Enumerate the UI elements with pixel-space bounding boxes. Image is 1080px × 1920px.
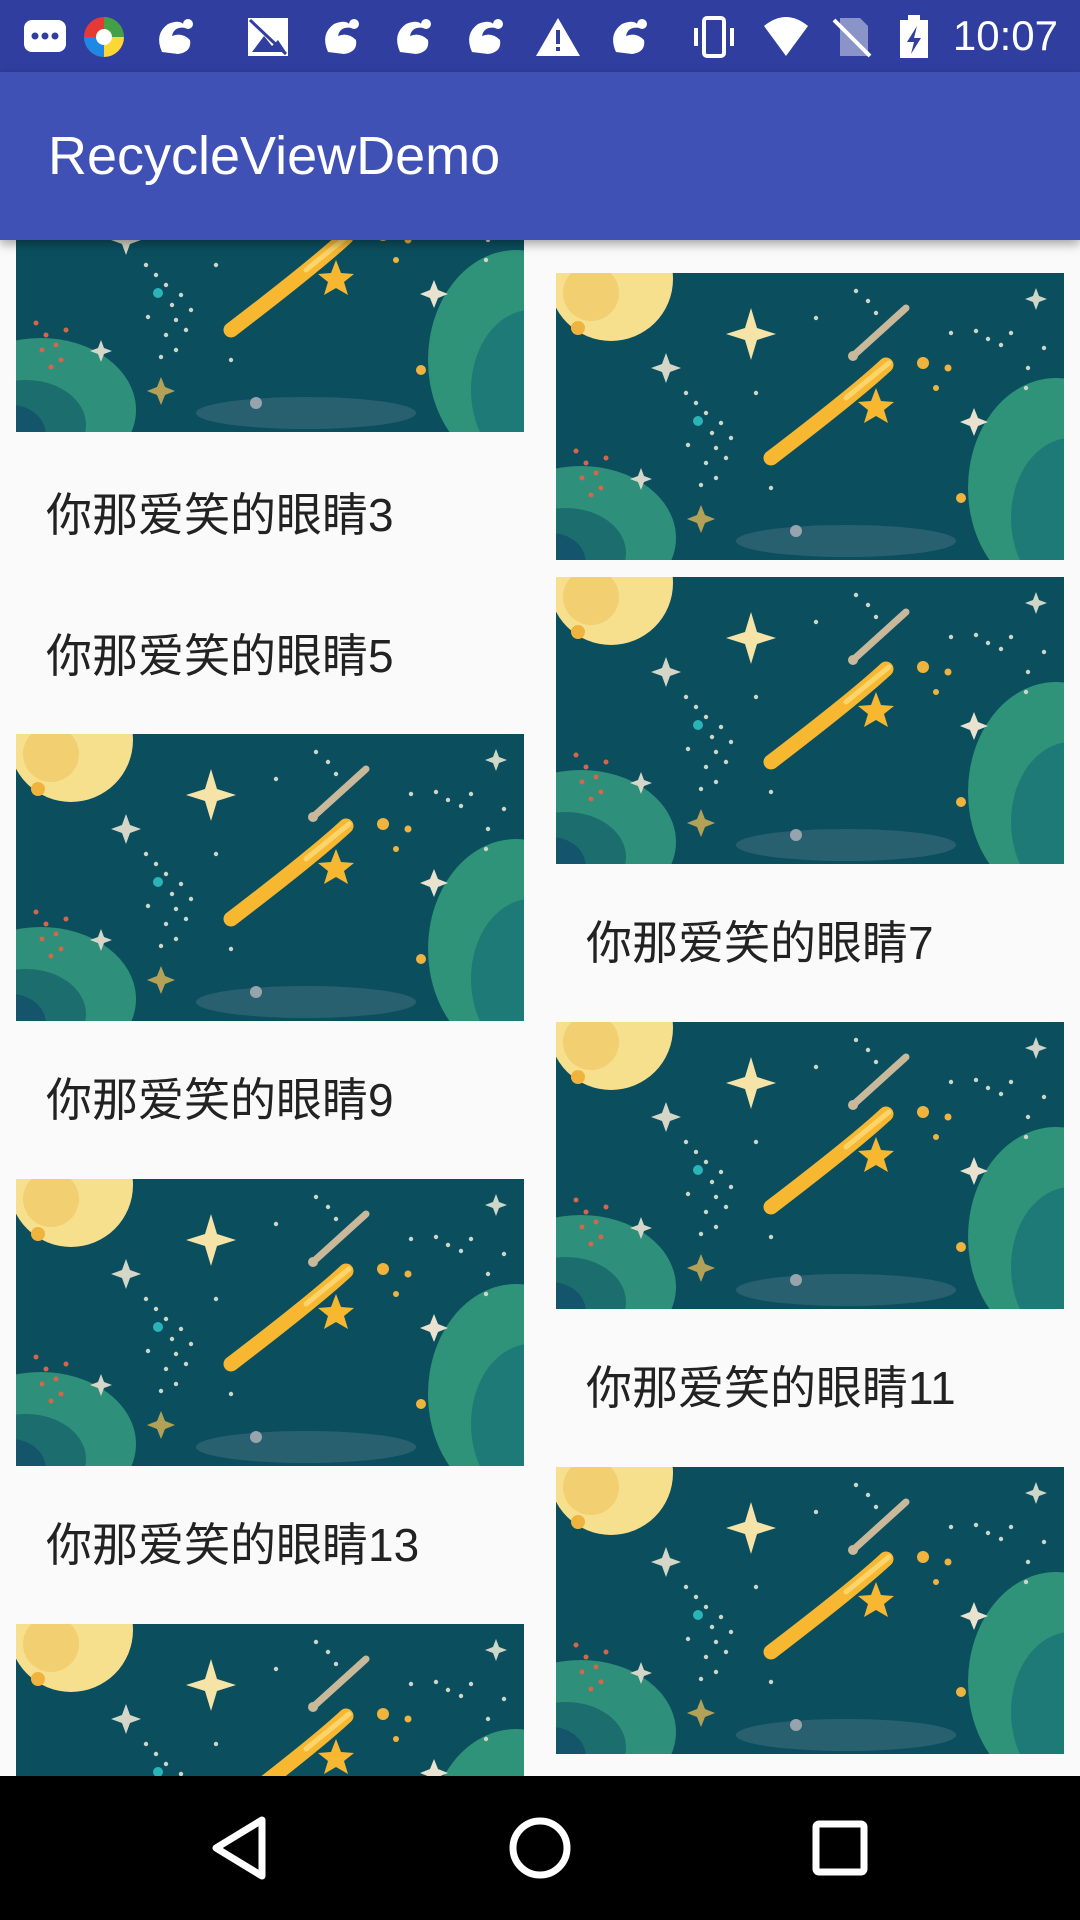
recycler-view[interactable]: 你那爱笑的眼睛3 你那爱笑的眼睛5 你那爱笑的眼睛9 你那爱笑的眼睛13 你那爱… — [0, 240, 1080, 1776]
squirrel-icon — [469, 19, 503, 54]
space-image[interactable] — [16, 1624, 524, 1776]
squirrel-icon — [397, 19, 431, 54]
app-bar: RecycleViewDemo — [0, 72, 1080, 240]
list-item-caption[interactable]: 你那爱笑的眼睛7 — [586, 913, 934, 973]
no-sim-icon — [832, 18, 872, 58]
squirrel-icon — [325, 19, 359, 54]
wifi-icon — [764, 17, 808, 56]
battery-charging-icon — [900, 15, 928, 58]
navigation-bar — [0, 1776, 1080, 1920]
back-icon[interactable] — [190, 1798, 290, 1898]
list-item-caption[interactable]: 你那爱笑的眼睛3 — [46, 485, 394, 545]
list-item-caption[interactable]: 你那爱笑的眼睛11 — [586, 1358, 956, 1418]
space-image[interactable] — [556, 577, 1064, 864]
app-title: RecycleViewDemo — [48, 126, 501, 186]
space-image[interactable] — [556, 1022, 1064, 1309]
list-item-caption[interactable]: 你那爱笑的眼睛5 — [46, 626, 394, 686]
space-image[interactable] — [16, 734, 524, 1021]
space-image[interactable] — [16, 1179, 524, 1466]
image-icon — [248, 18, 288, 56]
status-bar: 10:07 — [0, 0, 1080, 72]
home-icon[interactable] — [490, 1798, 590, 1898]
clock: 10:07 — [952, 12, 1058, 59]
list-item-caption[interactable]: 你那爱笑的眼睛9 — [46, 1070, 394, 1130]
vibrate-icon — [694, 16, 734, 58]
colorful-app-icon — [84, 17, 124, 57]
space-image[interactable] — [16, 240, 524, 432]
squirrel-icon — [613, 19, 647, 54]
warning-icon — [536, 18, 580, 56]
list-item-caption[interactable]: 你那爱笑的眼睛13 — [46, 1515, 419, 1575]
space-image[interactable] — [556, 1467, 1064, 1754]
recents-icon[interactable] — [790, 1798, 890, 1898]
message-icon — [24, 20, 66, 52]
squirrel-icon — [159, 19, 193, 54]
space-image[interactable] — [556, 273, 1064, 560]
